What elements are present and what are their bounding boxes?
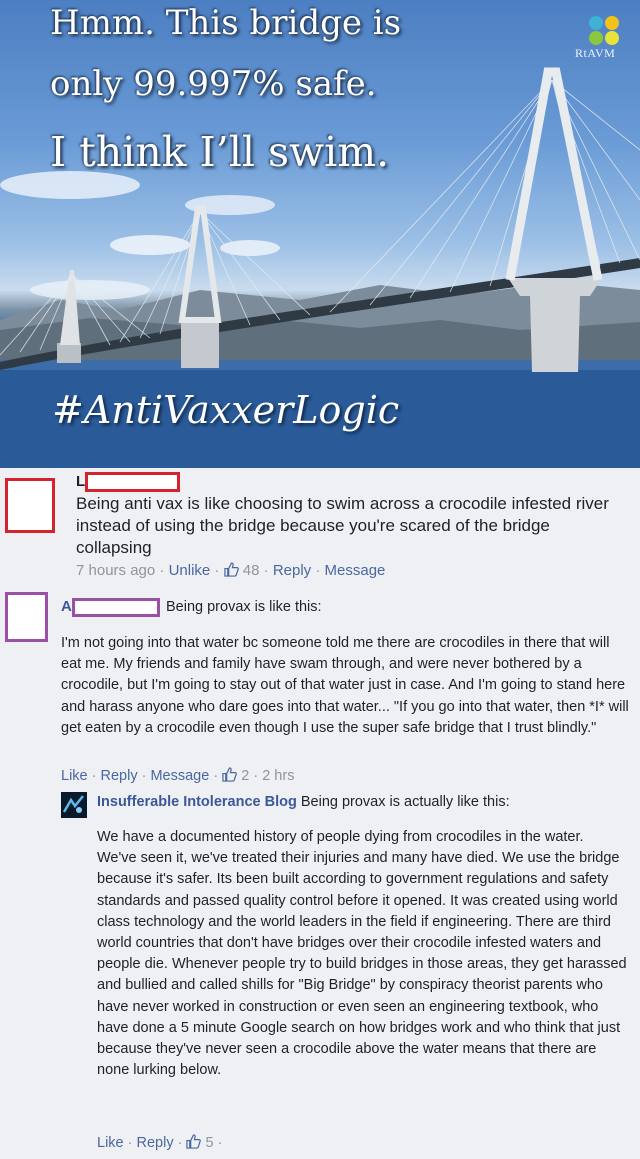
meme-line-2: only 99.997% safe. <box>50 64 377 104</box>
comment-time[interactable]: 2 hrs <box>262 768 294 784</box>
reply-link[interactable]: Reply <box>137 1135 174 1151</box>
comment-author[interactable]: Insufferable Intolerance Blog <box>97 794 297 810</box>
thumbs-up-icon <box>223 562 239 577</box>
comment-author-initial[interactable]: L <box>76 473 85 490</box>
author-name-redacted[interactable] <box>72 598 160 617</box>
like-count[interactable]: 2 <box>241 768 249 784</box>
message-link[interactable]: Message <box>150 768 209 784</box>
comment-time[interactable]: 7 hours ago <box>76 562 155 579</box>
like-link[interactable]: Like <box>97 1135 124 1151</box>
comment-lead-text: Being provax is like this: <box>166 599 322 615</box>
reply-link[interactable]: Reply <box>273 562 311 579</box>
comment-text: I'm not going into that water bc someone… <box>61 635 629 736</box>
reply-link[interactable]: Reply <box>101 768 138 784</box>
comment-meta: Like · Reply · 5 · <box>97 1134 223 1151</box>
comment-author-initial[interactable]: A <box>61 598 72 615</box>
meme-image: Hmm. This bridge is only 99.997% safe. I… <box>0 0 640 468</box>
comment-text: Being anti vax is like choosing to swim … <box>76 494 609 557</box>
meme-line-1: Hmm. This bridge is <box>50 3 402 43</box>
comment-meta: 7 hours ago · Unlike · 48 · Reply · Mess… <box>76 562 386 579</box>
thumbs-up-icon <box>222 767 238 782</box>
meme-hashtag: #AntiVaxxerLogic <box>52 388 400 432</box>
thumbs-up-icon <box>186 1134 202 1149</box>
avatar-redacted[interactable] <box>5 592 48 642</box>
like-count[interactable]: 48 <box>243 562 260 579</box>
comment-meta: Like · Reply · Message · 2 · 2 hrs <box>61 767 295 784</box>
comment-text: We have a documented history of people d… <box>97 829 627 1079</box>
comment-lead-text: Being provax is actually like this: <box>300 794 510 810</box>
author-name-redacted[interactable] <box>85 472 180 492</box>
comment-header: Insufferable Intolerance Blog Being prov… <box>97 794 510 810</box>
message-link[interactable]: Message <box>325 562 386 579</box>
brand-label: RtAVM <box>575 46 616 60</box>
meme-line-3: I think I’ll swim. <box>50 128 390 176</box>
blog-avatar[interactable] <box>61 792 87 818</box>
unlike-link[interactable]: Unlike <box>169 562 211 579</box>
like-count[interactable]: 5 <box>206 1135 214 1151</box>
like-link[interactable]: Like <box>61 768 88 784</box>
avatar-redacted[interactable] <box>5 478 55 533</box>
